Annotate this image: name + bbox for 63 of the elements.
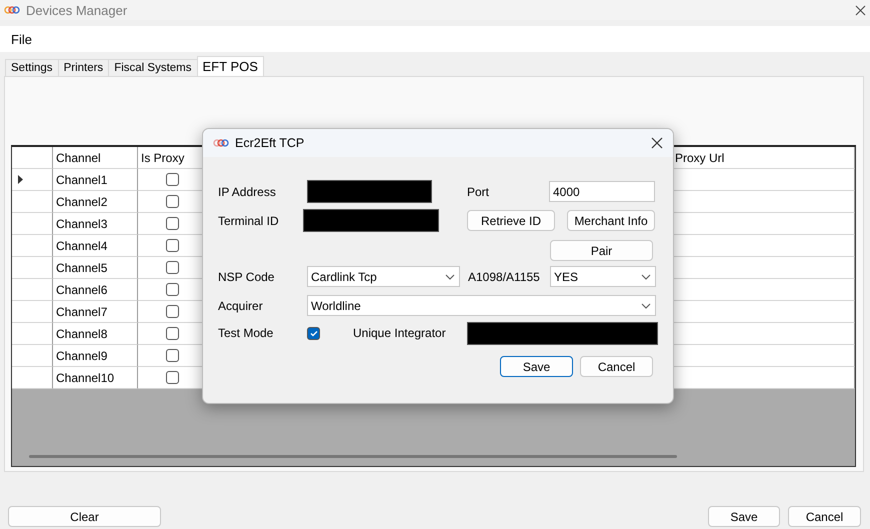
clear-button[interactable]: Clear [8, 506, 161, 527]
pair-button[interactable]: Pair [550, 240, 653, 261]
dropdown[interactable]: Cardlink Tcp [307, 266, 460, 287]
checkbox[interactable] [166, 239, 178, 252]
caret-icon [445, 274, 455, 280]
field-label: IP Address [218, 184, 277, 198]
row-header[interactable] [12, 169, 53, 191]
dropdown[interactable]: YES [550, 266, 656, 287]
checkbox[interactable] [166, 327, 178, 340]
table-cell: Channel6 [53, 279, 138, 301]
redacted-field[interactable] [307, 180, 432, 203]
tab[interactable]: Settings [5, 59, 59, 76]
current-row-icon [18, 175, 23, 184]
checkbox[interactable] [166, 217, 178, 230]
dropdown[interactable]: Worldline [307, 295, 656, 316]
menu-item[interactable]: File [10, 32, 33, 46]
checkbox[interactable] [166, 283, 178, 296]
caret-icon [641, 274, 651, 280]
table-cell: Channel7 [53, 301, 138, 323]
field-label: NSP Code [218, 270, 276, 284]
checkbox[interactable] [166, 371, 178, 384]
checkbox[interactable] [166, 305, 178, 318]
checkbox[interactable] [166, 261, 178, 274]
table-cell: Channel3 [53, 213, 138, 235]
checkbox[interactable] [166, 349, 178, 362]
table-cell: Channel9 [53, 345, 138, 367]
scrollbar-thumb[interactable] [29, 455, 677, 458]
merchant-info-button[interactable]: Merchant Info [567, 210, 655, 231]
tab[interactable]: EFT POS [196, 56, 264, 76]
cancel-button[interactable]: Cancel [580, 356, 653, 377]
text-field[interactable]: 4000 [549, 181, 655, 202]
checkbox[interactable] [166, 173, 178, 186]
column-header[interactable]: Channel [53, 147, 138, 169]
save-button[interactable]: Save [708, 506, 780, 527]
table-cell: Channel4 [53, 235, 138, 257]
field-label: A1098/A1155 [468, 270, 541, 284]
logo-icon [213, 139, 229, 147]
checkbox[interactable] [166, 195, 178, 208]
tab[interactable]: Fiscal Systems [108, 59, 198, 76]
caret-icon [641, 302, 651, 308]
redacted-field[interactable] [467, 322, 658, 344]
save-button[interactable]: Save [500, 356, 573, 377]
field-label: Unique Integrator [353, 326, 447, 340]
table-cell: Channel10 [53, 367, 138, 389]
window-title: Devices Manager [26, 2, 128, 18]
field-label: Port [467, 184, 490, 198]
table-cell: Channel8 [53, 323, 138, 345]
field-label: Acquirer [218, 298, 264, 312]
table-cell: Channel2 [53, 191, 138, 213]
dialog-title: Ecr2Eft TCP [235, 136, 304, 150]
retrieve-id-button[interactable]: Retrieve ID [467, 210, 555, 231]
field-label: Terminal ID [218, 214, 280, 228]
logo-icon [4, 6, 20, 14]
checkmark-icon [310, 330, 318, 336]
table-cell: Channel1 [53, 169, 138, 191]
cancel-button[interactable]: Cancel [788, 506, 861, 527]
redacted-field[interactable] [303, 209, 439, 232]
column-header[interactable]: Proxy Url [672, 147, 855, 169]
table-cell: Channel5 [53, 257, 138, 279]
field-label: Test Mode [218, 326, 274, 340]
checkbox[interactable] [307, 326, 320, 340]
close-icon[interactable] [855, 4, 866, 16]
close-icon[interactable] [651, 137, 663, 149]
